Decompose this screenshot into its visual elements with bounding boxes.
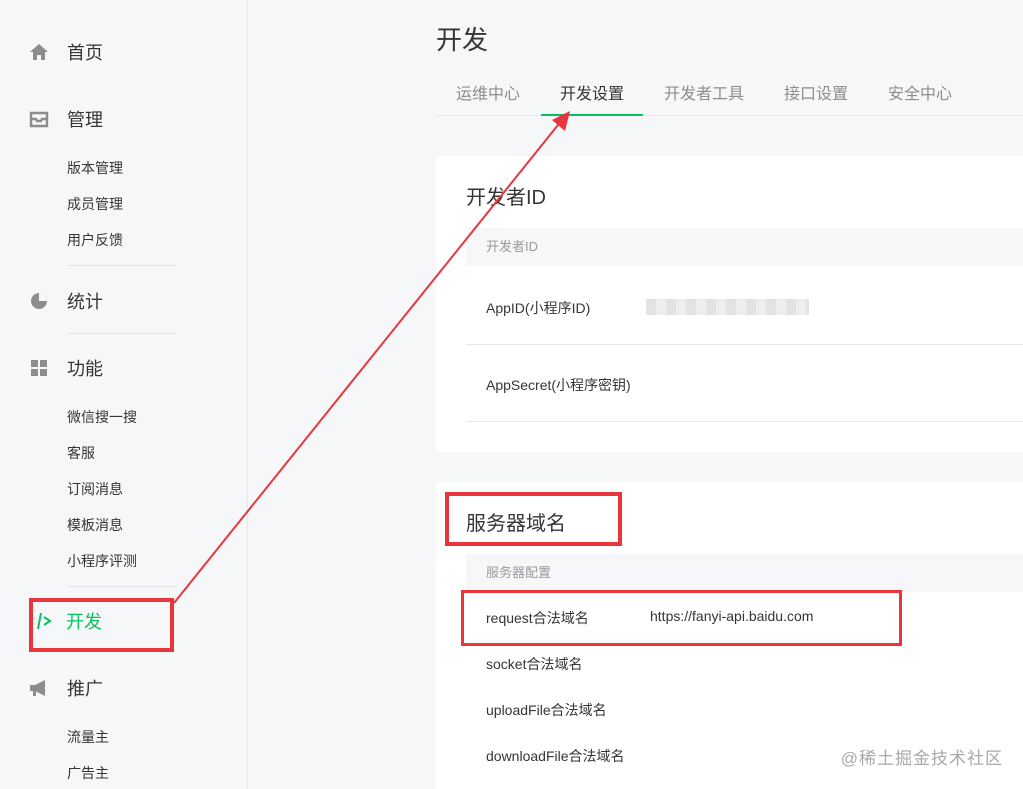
tab-api-settings[interactable]: 接口设置 bbox=[784, 79, 848, 116]
main-content: 开发 运维中心 开发设置 开发者工具 接口设置 安全中心 开发者ID 开发者ID… bbox=[249, 0, 1023, 789]
nav-home[interactable]: 首页 bbox=[28, 37, 103, 67]
nav-sub-template[interactable]: 模板消息 bbox=[67, 515, 123, 535]
row-divider bbox=[466, 344, 1023, 345]
grid-icon bbox=[28, 357, 50, 379]
annotation-box-request-domain bbox=[461, 590, 902, 646]
sidebar-divider bbox=[67, 265, 177, 266]
nav-features[interactable]: 功能 bbox=[28, 353, 103, 383]
tab-bar: 运维中心 开发设置 开发者工具 接口设置 安全中心 bbox=[436, 79, 1023, 116]
sidebar-divider bbox=[67, 586, 177, 587]
nav-sub-members[interactable]: 成员管理 bbox=[67, 194, 123, 214]
nav-sub-service[interactable]: 客服 bbox=[67, 443, 95, 463]
tab-dev-settings[interactable]: 开发设置 bbox=[541, 79, 644, 116]
developer-id-title: 开发者ID bbox=[466, 187, 546, 209]
nav-sub-traffic[interactable]: 流量主 bbox=[67, 727, 109, 747]
socket-domain-label: socket合法域名 bbox=[486, 656, 583, 672]
row-divider bbox=[466, 421, 1023, 422]
nav-sub-review[interactable]: 小程序评测 bbox=[67, 551, 137, 571]
nav-stats-label: 统计 bbox=[67, 292, 103, 312]
uploadfile-domain-label: uploadFile合法域名 bbox=[486, 702, 607, 718]
appsecret-label: AppSecret(小程序密钥) bbox=[486, 377, 631, 393]
developer-id-card: 开发者ID 开发者ID AppID(小程序ID) AppSecret(小程序密钥… bbox=[436, 156, 1023, 452]
tab-security-center[interactable]: 安全中心 bbox=[888, 79, 952, 116]
nav-manage-label: 管理 bbox=[67, 110, 103, 130]
nav-features-label: 功能 bbox=[67, 359, 103, 379]
nav-promote-label: 推广 bbox=[67, 679, 103, 699]
nav-manage[interactable]: 管理 bbox=[28, 104, 103, 134]
nav-sub-ads[interactable]: 广告主 bbox=[67, 763, 109, 783]
pie-chart-icon bbox=[28, 290, 50, 312]
inbox-icon bbox=[28, 108, 50, 130]
tab-dev-tools[interactable]: 开发者工具 bbox=[664, 79, 744, 116]
sidebar: 首页 管理 版本管理 成员管理 用户反馈 统计 功能 微信搜一搜 客服 订阅消息… bbox=[0, 0, 248, 789]
annotation-box-develop bbox=[29, 598, 174, 652]
nav-sub-search[interactable]: 微信搜一搜 bbox=[67, 407, 137, 427]
nav-stats[interactable]: 统计 bbox=[28, 286, 103, 316]
annotation-box-server-domain bbox=[445, 492, 622, 546]
appid-value-blurred bbox=[646, 299, 809, 315]
downloadfile-domain-label: downloadFile合法域名 bbox=[486, 748, 625, 764]
nav-sub-subscribe[interactable]: 订阅消息 bbox=[67, 479, 123, 499]
page-title: 开发 bbox=[436, 25, 489, 55]
nav-home-label: 首页 bbox=[67, 43, 103, 63]
megaphone-icon bbox=[28, 677, 50, 699]
nav-sub-feedback[interactable]: 用户反馈 bbox=[67, 230, 123, 250]
sidebar-divider bbox=[67, 333, 177, 334]
nav-promote[interactable]: 推广 bbox=[28, 673, 103, 703]
tab-ops-center[interactable]: 运维中心 bbox=[456, 79, 520, 116]
watermark: @稀土掘金技术社区 bbox=[840, 749, 1003, 768]
developer-id-section-head: 开发者ID bbox=[466, 228, 1023, 266]
home-icon bbox=[28, 41, 50, 63]
nav-sub-version[interactable]: 版本管理 bbox=[67, 158, 123, 178]
appid-label: AppID(小程序ID) bbox=[486, 300, 591, 316]
server-config-section-head: 服务器配置 bbox=[466, 554, 1023, 592]
